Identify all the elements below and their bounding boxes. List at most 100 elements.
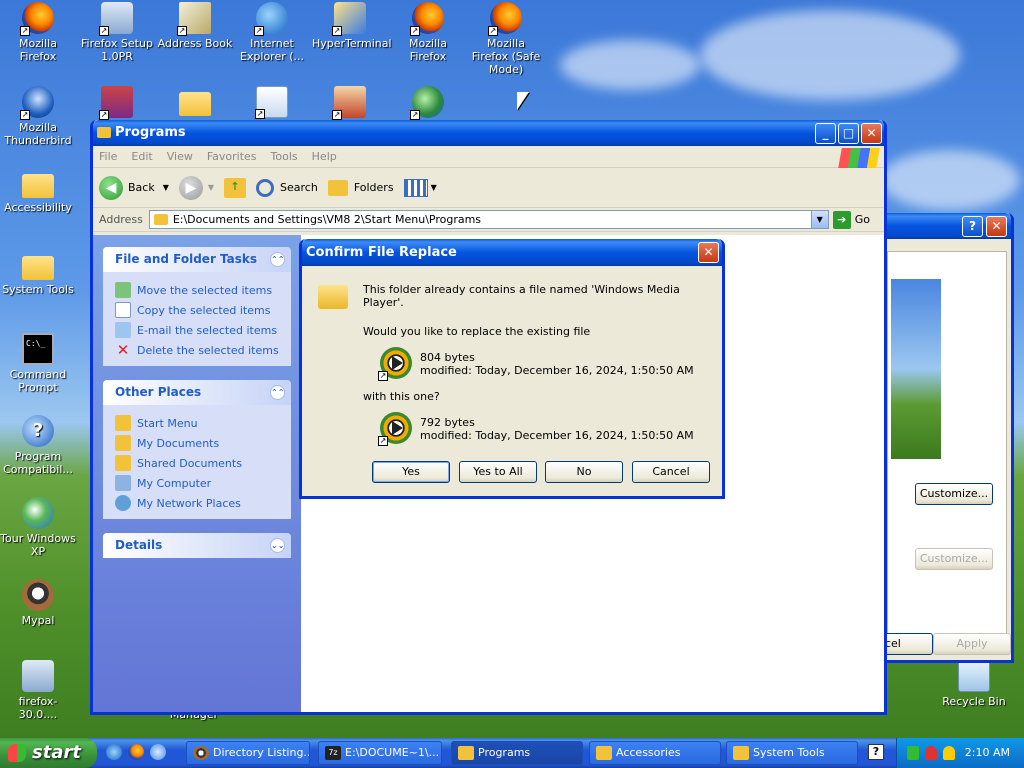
email-selected-items-link[interactable]: E-mail the selected items [115, 320, 279, 340]
show-desktop-icon[interactable] [150, 744, 166, 760]
menu-edit[interactable]: Edit [131, 150, 152, 163]
copy-selected-items-link[interactable]: Copy the selected items [115, 300, 279, 320]
taskbar-item-accessories[interactable]: Accessories [589, 741, 721, 765]
menu-view[interactable]: View [167, 150, 193, 163]
archive-icon: ↗ [99, 86, 133, 120]
yes-to-all-button[interactable]: Yes to All [459, 461, 537, 483]
address-input[interactable]: E:\Documents and Settings\VM8 2\Start Me… [148, 210, 829, 229]
task-label: Programs [478, 746, 531, 759]
start-menu-link[interactable]: Start Menu [115, 413, 279, 433]
taskbar-item-programs[interactable]: Programs [451, 741, 583, 765]
menu-help[interactable]: Help [312, 150, 337, 163]
back-button[interactable]: ◀ Back ▼ [99, 175, 169, 200]
my-network-places-link[interactable]: My Network Places [115, 493, 279, 513]
desktop-icon-system-tools[interactable]: System Tools [0, 250, 76, 296]
desktop-icon-tour-windows[interactable]: Tour Windows XP [0, 497, 76, 558]
search-document-icon: ↗ [255, 86, 288, 119]
cloud [700, 10, 960, 100]
collapse-chevron-icon[interactable]: ⌃⌃ [270, 385, 285, 400]
desktop-icon-home[interactable]: ↗ [312, 86, 388, 121]
desktop-icon-label: Mypal [21, 614, 55, 627]
search-button[interactable]: Search [256, 178, 318, 197]
start-button[interactable]: start [0, 738, 97, 768]
folders-button[interactable]: Folders [327, 179, 394, 196]
collapse-chevron-icon[interactable]: ⌃⌃ [270, 252, 285, 267]
desktop-icon-network[interactable]: ↗ [390, 86, 466, 121]
desktop-icon-search-doc[interactable]: ↗ [234, 86, 310, 121]
internet-explorer-icon[interactable] [106, 744, 122, 760]
delete-selected-items-link[interactable]: ✕ Delete the selected items [115, 340, 279, 360]
desktop-icon-folder[interactable] [157, 86, 233, 119]
dialog-title: Confirm File Replace [306, 245, 457, 260]
my-documents-link[interactable]: My Documents [115, 433, 279, 453]
folder-icon [115, 415, 131, 431]
command-prompt-icon: C:\_ [22, 333, 54, 365]
existing-file-size: 804 bytes [420, 351, 475, 364]
menu-tools[interactable]: Tools [271, 150, 298, 163]
desktop-icon-recycle-bin[interactable]: Recycle Bin [936, 660, 1012, 708]
address-dropdown-button[interactable]: ▼ [810, 211, 828, 228]
desktop-icon-firefox-safe-mode[interactable]: ↗ Mozilla Firefox (Safe Mode) [468, 2, 544, 76]
desktop-icon-hyperterminal[interactable]: ↗ HyperTerminal [312, 2, 392, 50]
desktop-icon-mypal[interactable]: Mypal [0, 579, 76, 627]
taskbar-item-system-tools[interactable]: System Tools [726, 741, 858, 765]
go-button[interactable]: ➔ Go [832, 210, 870, 229]
help-icon: ? [22, 415, 54, 447]
desktop-icon-firefox-setup[interactable]: ↗ Firefox Setup 1.0PR [79, 2, 155, 63]
standard-toolbar: ◀ Back ▼ ▶ ▼ ↑ Search Folders ▼ [93, 168, 884, 208]
desktop-icon-firefox-2[interactable]: ↗ Mozilla Firefox [390, 2, 466, 63]
desktop-icon-firefox-installer[interactable]: firefox-30.0.... [0, 660, 76, 721]
system-tray: 2:10 AM [896, 738, 1024, 768]
windows-media-player-icon: ↗ [378, 412, 412, 446]
desktop-icon-program-compatibility[interactable]: ? Program Compatibil... [0, 415, 76, 476]
shield-tray-icon[interactable] [943, 746, 955, 760]
network-tray-icon[interactable] [907, 746, 919, 760]
my-computer-link[interactable]: My Computer [115, 473, 279, 493]
dialog-titlebar[interactable]: Confirm File Replace ✕ [302, 239, 722, 266]
no-button[interactable]: No [545, 461, 623, 483]
background-properties-window[interactable]: ? ✕ Customize... Customize... ncel Apply [870, 213, 1014, 663]
details-header[interactable]: Details ⌄⌄ [103, 533, 291, 558]
yes-button[interactable]: Yes [372, 461, 450, 483]
menu-file[interactable]: File [99, 150, 117, 163]
delete-x-icon: ✕ [116, 341, 130, 359]
desktop-icon-address-book[interactable]: ↗ Address Book [157, 2, 233, 50]
shared-documents-link[interactable]: Shared Documents [115, 453, 279, 473]
go-arrow-icon: ➔ [832, 210, 851, 229]
expand-chevron-icon[interactable]: ⌄⌄ [270, 538, 285, 553]
customize-button[interactable]: Customize... [915, 483, 993, 505]
close-button[interactable]: ✕ [986, 216, 1007, 237]
explorer-titlebar[interactable]: Programs _ □ ✕ [93, 120, 884, 146]
clock[interactable]: 2:10 AM [965, 738, 1010, 768]
close-button[interactable]: ✕ [698, 242, 719, 263]
desktop-icon-thunderbird[interactable]: ↗ Mozilla Thunderbird [0, 86, 76, 147]
back-label: Back [128, 181, 155, 194]
menu-bar: File Edit View Favorites Tools Help [93, 146, 884, 168]
desktop-icon-winrar[interactable]: ↗ [79, 86, 155, 121]
desktop-icon-accessibility[interactable]: Accessibility [0, 168, 76, 214]
menu-favorites[interactable]: Favorites [207, 150, 257, 163]
up-folder-button[interactable]: ↑ [224, 177, 247, 198]
close-button[interactable]: ✕ [861, 123, 882, 144]
taskbar-help-button[interactable]: ? [868, 744, 884, 760]
other-places-header[interactable]: Other Places ⌃⌃ [103, 380, 291, 405]
confirm-file-replace-dialog[interactable]: Confirm File Replace ✕ This folder alrea… [299, 239, 725, 499]
desktop-icon-internet-explorer[interactable]: ↗ Internet Explorer (... [234, 2, 310, 63]
file-folder-tasks-header[interactable]: File and Folder Tasks ⌃⌃ [103, 247, 291, 272]
chevron-down-icon[interactable]: ▼ [163, 183, 169, 192]
my-documents-icon [115, 435, 131, 451]
background-window-titlebar[interactable]: ? ✕ [873, 213, 1011, 239]
move-selected-items-link[interactable]: Move the selected items [115, 280, 279, 300]
cancel-button[interactable]: Cancel [632, 461, 710, 483]
minimize-button[interactable]: _ [815, 123, 836, 144]
views-button[interactable]: ▼ [403, 178, 437, 197]
security-alert-tray-icon[interactable] [925, 746, 937, 760]
desktop-icon-firefox[interactable]: ↗ Mozilla Firefox [0, 2, 76, 63]
taskbar-item-directory-listing[interactable]: Directory Listing... [186, 741, 310, 765]
taskbar-item-7zip[interactable]: 7z E:\DOCUME~1\... [318, 741, 442, 765]
firefox-icon[interactable] [128, 744, 144, 760]
desktop-icon-command-prompt[interactable]: C:\_ Command Prompt [0, 333, 76, 394]
maximize-button[interactable]: □ [838, 123, 859, 144]
link-label: Copy the selected items [137, 303, 271, 317]
help-button[interactable]: ? [962, 216, 983, 237]
